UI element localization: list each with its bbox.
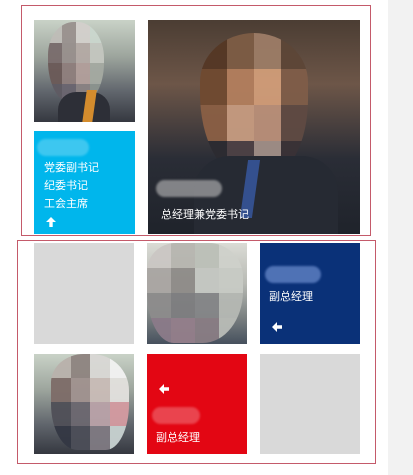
arrow-left-icon [272, 322, 282, 332]
leader-title-line-1: 党委副书记 [44, 162, 99, 174]
pixelated-face [147, 243, 243, 343]
leader-title-red: 副总经理 [156, 432, 200, 444]
arrow-up-icon [46, 217, 56, 227]
leader-title-top-right: 总经理兼党委书记 [161, 209, 249, 221]
empty-gray-tile-left [34, 243, 134, 344]
leader-photo-tile-bottom-left[interactable] [34, 354, 134, 454]
leader-info-tile-blue[interactable]: 党委副书记 纪委书记 工会主席 [34, 131, 135, 234]
name-blur [265, 266, 321, 283]
leader-photo-tile-top-right[interactable]: 总经理兼党委书记 [148, 20, 360, 234]
leader-photo-tile-top-left[interactable] [34, 20, 135, 122]
arrow-left-icon [159, 384, 169, 394]
empty-gray-tile-right [260, 354, 360, 454]
leader-info-tile-red[interactable]: 副总经理 [147, 354, 247, 454]
name-blur [156, 180, 222, 197]
name-blur [152, 407, 200, 424]
leader-title-line-3: 工会主席 [44, 198, 88, 210]
name-blur [37, 139, 89, 156]
leader-title-line-2: 纪委书记 [44, 180, 88, 192]
leader-title-navy: 副总经理 [269, 291, 313, 303]
leader-info-tile-navy[interactable]: 副总经理 [260, 243, 360, 344]
leader-photo-tile-middle[interactable] [147, 243, 247, 344]
pixelated-face [51, 354, 129, 450]
